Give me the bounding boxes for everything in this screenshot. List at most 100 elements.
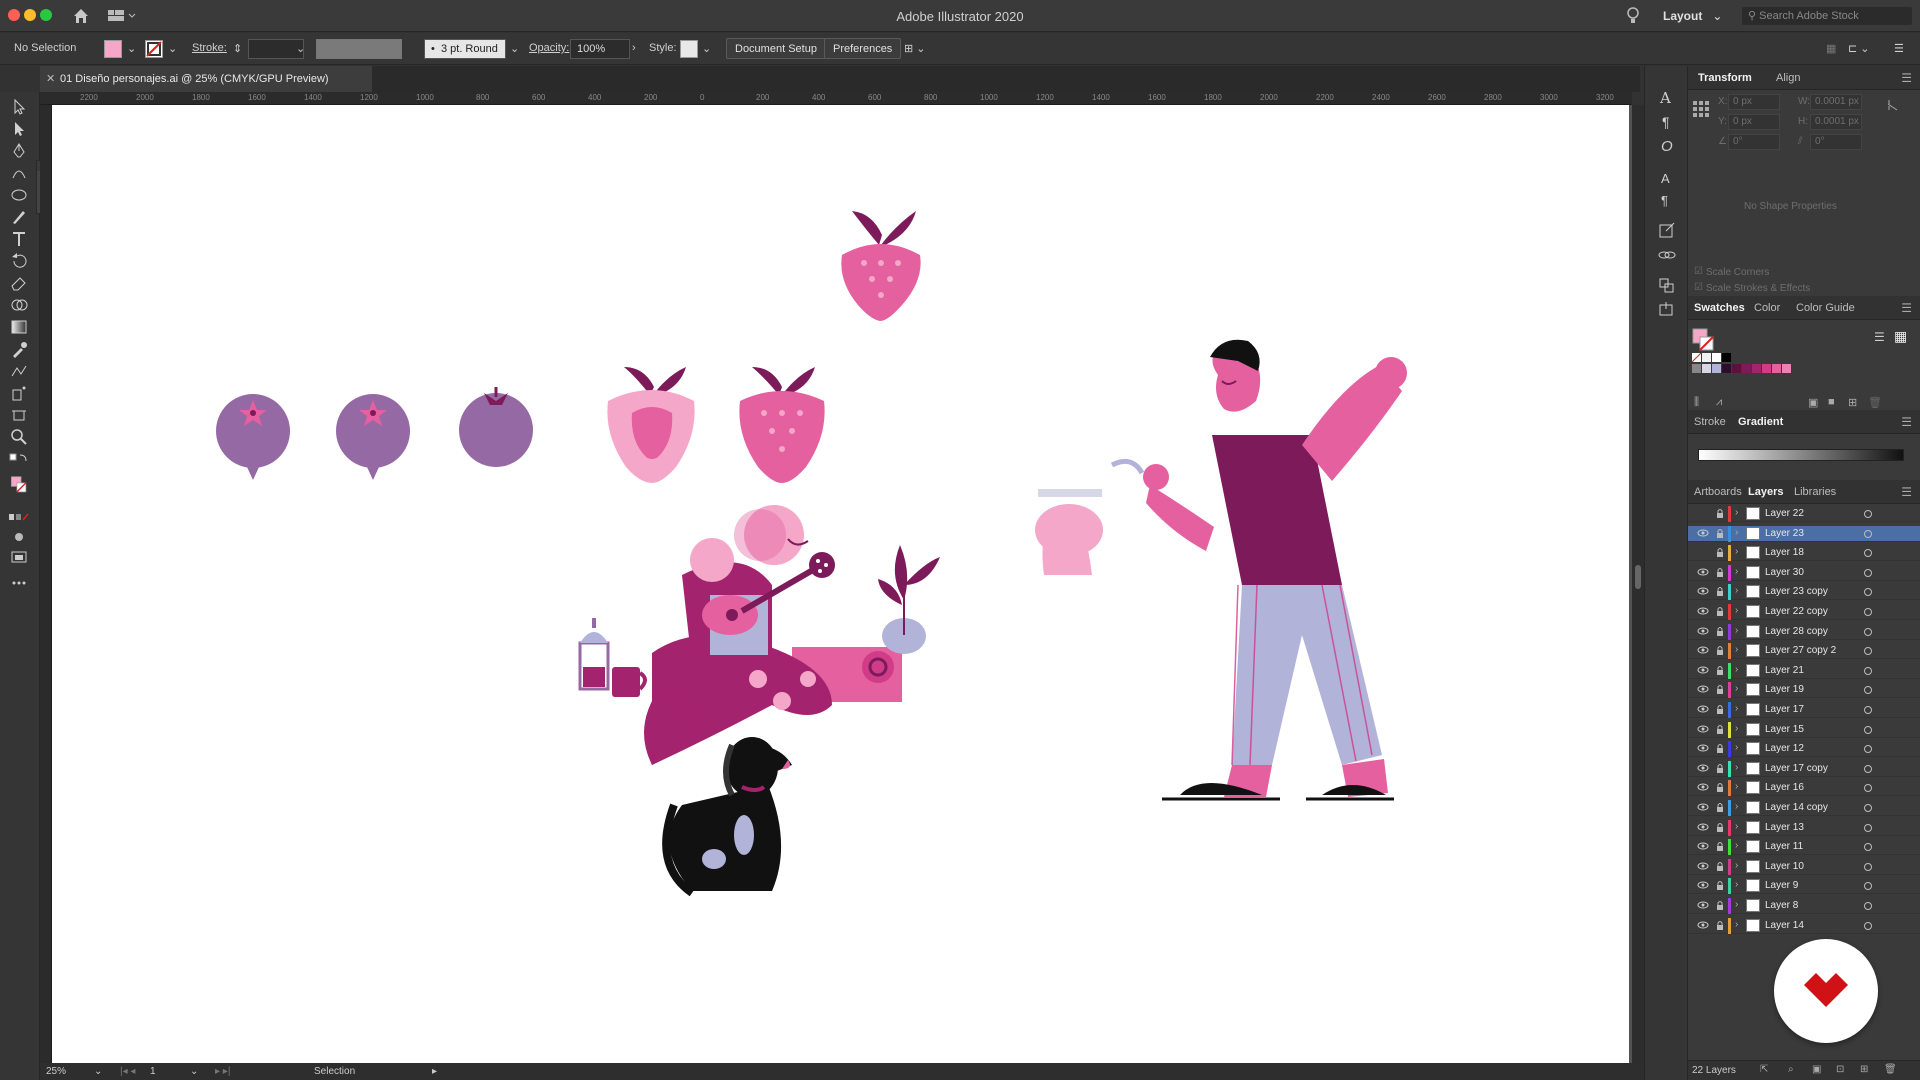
lock-icon[interactable] [1716,743,1724,754]
layer-row[interactable]: › Layer 10 [1688,858,1920,875]
layer-row[interactable]: › Layer 9 [1688,878,1920,895]
layout-dropdown[interactable]: Layout ⌄ [1663,9,1722,23]
girl-with-ukulele[interactable] [644,505,902,765]
adobe-stock-search[interactable]: ⚲ Search Adobe Stock [1742,7,1912,25]
gradient-tool-icon[interactable] [9,318,29,336]
scale-strokes-checkbox[interactable]: ☑ [1694,282,1703,293]
last-artboard-icon[interactable]: ▸ ▸| [215,1066,230,1077]
drawing-modes-icon[interactable] [9,528,29,546]
layer-name[interactable]: Layer 10 [1765,861,1804,872]
layer-row[interactable]: › Layer 14 copy [1688,800,1920,816]
chevron-down-icon[interactable]: ⌄ [510,42,519,55]
opacity-label[interactable]: Opacity: [529,42,569,54]
layer-target-icon[interactable] [1864,588,1872,597]
w-input[interactable]: 0.0001 px [1810,94,1862,110]
pen-tool-icon[interactable] [9,142,29,160]
visibility-eye-icon[interactable] [1697,743,1709,753]
tab-swatches[interactable]: Swatches [1694,302,1745,314]
paragraph-styles-icon[interactable]: ¶ [1657,190,1677,208]
visibility-hidden-icon[interactable] [1697,508,1709,518]
delete-swatch-icon[interactable]: 🗑 [1868,396,1882,409]
lock-icon[interactable] [1716,586,1724,597]
lock-icon[interactable] [1716,508,1724,519]
layer-name[interactable]: Layer 13 [1765,822,1804,833]
expand-arrow-icon[interactable]: › [1735,762,1738,773]
strawberry-top[interactable] [841,211,921,321]
layer-name[interactable]: Layer 14 copy [1765,802,1828,813]
expand-arrow-icon[interactable]: › [1735,723,1738,734]
swatch-fill-stroke-indicator[interactable] [1692,328,1716,352]
expand-arrow-icon[interactable]: › [1735,742,1738,753]
visibility-eye-icon[interactable] [1697,724,1709,734]
expand-arrow-icon[interactable]: › [1735,879,1738,890]
layer-name[interactable]: Layer 22 copy [1765,606,1828,617]
lock-icon[interactable] [1716,567,1724,578]
layer-name[interactable]: Layer 28 copy [1765,626,1828,637]
layer-target-icon[interactable] [1864,862,1872,871]
lightbulb-icon[interactable] [1626,6,1640,26]
layer-target-icon[interactable] [1864,627,1872,636]
expand-arrow-icon[interactable]: › [1735,605,1738,616]
layer-target-icon[interactable] [1864,902,1872,910]
shear-input[interactable]: 0° [1810,134,1862,150]
lock-icon[interactable] [1716,606,1724,617]
expand-arrow-icon[interactable]: › [1735,527,1738,538]
swatch-kind-icon[interactable]: ⩘ [1716,396,1722,409]
layer-target-icon[interactable] [1864,686,1872,695]
panel-menu-icon[interactable]: ☰ [1901,71,1912,85]
visibility-hidden-icon[interactable] [1697,547,1709,557]
shape-builder-tool-icon[interactable] [9,296,29,314]
selection-tool-icon[interactable] [9,98,29,116]
chevron-down-icon[interactable]: ⌄ [702,42,711,55]
vertical-scrollbar[interactable] [1632,105,1644,1063]
ellipse-tool-icon[interactable] [9,186,29,204]
eraser-tool-icon[interactable] [9,274,29,292]
layer-row[interactable]: › Layer 23 [1688,525,1920,542]
layer-name[interactable]: Layer 15 [1765,724,1804,735]
asset-export-icon[interactable] [1657,300,1677,318]
x-input[interactable]: 0 px [1728,94,1780,110]
tab-transform[interactable]: Transform [1698,72,1752,84]
new-layer-icon[interactable]: ⊞ [1860,1064,1868,1075]
layer-target-icon[interactable] [1864,804,1872,812]
strawberry-halved[interactable] [607,367,695,483]
layer-name[interactable]: Layer 23 copy [1765,586,1828,597]
tab-artboards[interactable]: Artboards [1694,486,1742,498]
swatch-black[interactable] [1722,353,1731,362]
layer-name[interactable]: Layer 17 [1765,704,1804,715]
visibility-eye-icon[interactable] [1697,841,1709,851]
expand-arrow-icon[interactable]: › [1735,781,1738,792]
layer-target-icon[interactable] [1864,921,1872,930]
scale-corners-checkbox[interactable]: ☑ [1694,266,1703,277]
chevron-down-icon[interactable]: ⌄ [168,42,177,55]
visibility-eye-icon[interactable] [1697,704,1709,714]
character-styles-icon[interactable]: A [1657,168,1677,186]
canvas[interactable] [52,105,1632,1063]
layer-name[interactable]: Layer 30 [1765,567,1804,578]
layer-row[interactable]: › Layer 27 copy 2 [1688,643,1920,660]
swatch[interactable] [1742,364,1751,373]
lock-icon[interactable] [1716,626,1724,637]
visibility-eye-icon[interactable] [1697,822,1709,832]
tab-layers[interactable]: Layers [1748,486,1783,498]
expand-arrow-icon[interactable]: › [1735,644,1738,655]
fill-swatch[interactable] [104,40,122,58]
swatch[interactable] [1762,364,1771,373]
stroke-stepper[interactable]: ⇕ [233,42,242,55]
swatch-libraries-icon[interactable]: ⫼ [1694,396,1699,409]
clipping-mask-icon[interactable]: ▣ [1812,1064,1821,1075]
layer-row[interactable]: › Layer 23 copy [1688,584,1920,601]
lock-icon[interactable] [1716,724,1724,735]
opacity-input[interactable]: 100% [570,39,630,59]
expand-arrow-icon[interactable]: › [1735,625,1738,636]
tab-stroke[interactable]: Stroke [1694,416,1726,428]
visibility-eye-icon[interactable] [1697,528,1709,538]
swap-fill-stroke-icon[interactable] [9,452,29,470]
visibility-eye-icon[interactable] [1697,665,1709,675]
tab-color[interactable]: Color [1754,302,1780,314]
layer-target-icon[interactable] [1864,823,1872,832]
expand-arrow-icon[interactable]: › [1735,840,1738,851]
lock-icon[interactable] [1716,841,1724,852]
curvature-tool-icon[interactable] [9,164,29,182]
artboard-number[interactable]: 1 [150,1066,156,1077]
